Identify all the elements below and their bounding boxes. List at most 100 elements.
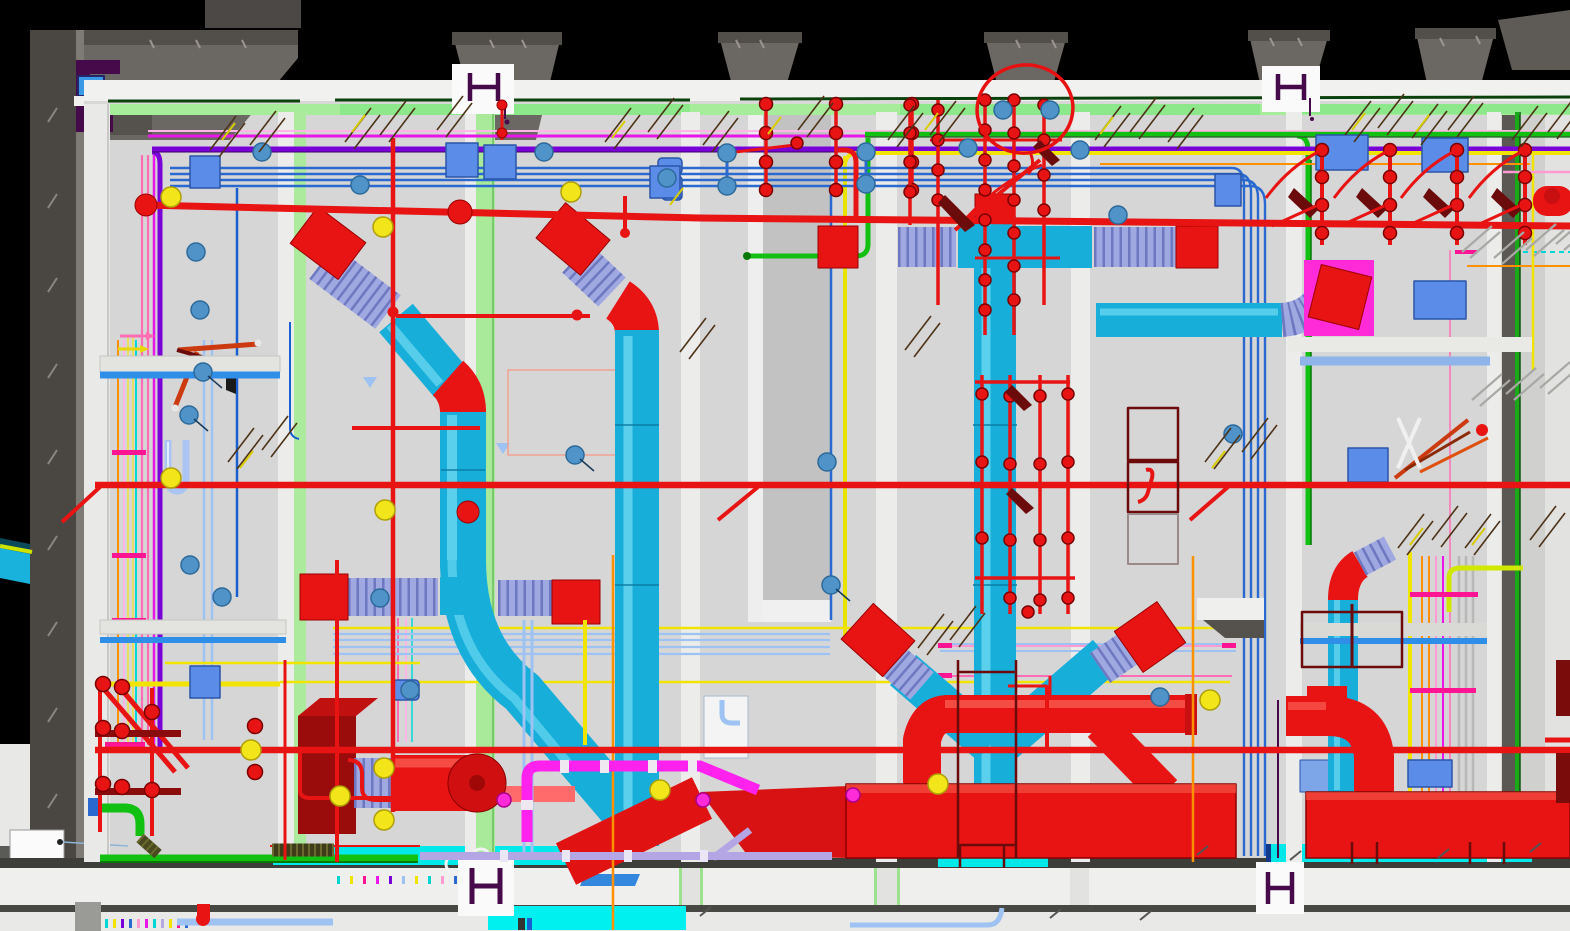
pipe-fitting — [976, 532, 988, 544]
conduit-section-ticks — [169, 919, 172, 928]
pipe-fitting — [115, 680, 130, 695]
pipe-fitting — [1384, 171, 1397, 184]
fire-protection-red — [135, 194, 157, 216]
pipe-fitting — [830, 184, 843, 197]
conduit-section-ticks — [153, 919, 156, 928]
pipe-fitting — [1034, 534, 1046, 546]
header-beam — [84, 101, 1570, 104]
pipe-fitting — [1004, 458, 1016, 470]
clash-sphere-yellow — [928, 774, 948, 794]
floor-structure — [679, 868, 682, 905]
pipe-fitting — [904, 156, 916, 168]
pipe-fitting — [1062, 388, 1074, 400]
clash-sphere-blue — [180, 406, 198, 424]
vav-box — [1215, 174, 1241, 206]
ductwork — [469, 775, 485, 791]
pipe-fitting — [1034, 390, 1046, 402]
overlay-frames — [1556, 753, 1570, 803]
fire-protection-red — [497, 100, 507, 110]
pipe-fitting — [830, 156, 843, 169]
pipe-fitting — [1451, 227, 1464, 240]
vav-box — [484, 145, 516, 179]
conduit-section-ticks — [454, 876, 457, 884]
fire-protection-red — [791, 137, 803, 149]
clash-sphere-blue — [401, 681, 419, 699]
pipe-fitting — [904, 186, 916, 198]
clash-sphere-blue — [253, 143, 271, 161]
ductwork — [1306, 792, 1570, 800]
fire-protection-red — [255, 340, 262, 347]
pipe-fitting — [932, 164, 944, 176]
floor-structure — [874, 868, 877, 905]
conduit-section-ticks — [145, 919, 148, 928]
floor-slab-aqua — [488, 906, 686, 930]
floor-structure — [196, 912, 210, 926]
conduit-risers — [1410, 688, 1476, 693]
bottom-mains — [600, 760, 609, 773]
pipe-fitting — [96, 677, 111, 692]
pipe-fitting — [1004, 534, 1016, 546]
pipe-fitting — [248, 719, 263, 734]
floor-structure — [876, 868, 897, 905]
clash-sphere-blue — [1041, 101, 1059, 119]
steel-column-symbols — [1310, 117, 1314, 121]
pipe-fitting — [96, 777, 111, 792]
floor-structure — [75, 902, 101, 931]
bottom-mains — [562, 850, 570, 862]
ductwork — [846, 784, 1236, 793]
clash-sphere-yellow — [161, 468, 181, 488]
pipe-fitting — [145, 783, 160, 798]
clash-sphere-yellow — [561, 182, 581, 202]
clash-sphere-yellow — [373, 217, 393, 237]
clash-sphere-blue — [718, 144, 736, 162]
vav-box — [1408, 760, 1452, 787]
conduit-section-ticks — [105, 919, 108, 928]
bottom-mains — [648, 760, 657, 773]
pipe-fitting — [1022, 606, 1034, 618]
clash-sphere-blue — [718, 177, 736, 195]
pipe-fitting — [1008, 260, 1020, 272]
pipe-fitting — [1008, 127, 1020, 139]
fitting-sphere-magenta — [846, 788, 860, 802]
clash-sphere-yellow — [1200, 690, 1220, 710]
fire-protection-red — [448, 200, 472, 224]
pipe-fitting — [115, 724, 130, 739]
conduit-section-ticks — [113, 919, 116, 928]
fitting-sphere-magenta — [497, 793, 511, 807]
pipe-fitting — [1034, 458, 1046, 470]
conduit-section-ticks — [161, 919, 164, 928]
pipe-fitting — [1008, 194, 1020, 206]
conduit-risers — [743, 252, 751, 260]
fitting-sphere-magenta — [696, 793, 710, 807]
pipe-fitting — [115, 780, 130, 795]
clash-sphere-blue — [191, 301, 209, 319]
duct-stub — [0, 548, 30, 584]
conduit-section-ticks — [129, 919, 132, 928]
conduit-risers — [1410, 592, 1478, 597]
clash-sphere-yellow — [330, 786, 350, 806]
ductwork — [618, 300, 637, 334]
clash-sphere-blue — [1071, 141, 1089, 159]
duct-end-cap — [818, 226, 858, 268]
pipe-fitting — [904, 99, 916, 111]
pipe-fitting — [1519, 171, 1532, 184]
clash-sphere-blue — [658, 169, 676, 187]
floor-structure — [1070, 868, 1089, 905]
model-canvas[interactable] — [0, 0, 1570, 931]
floor-structure — [0, 868, 1570, 905]
pipe-fitting — [979, 304, 991, 316]
bim-model-viewport[interactable] — [0, 0, 1570, 931]
clash-sphere-blue — [535, 143, 553, 161]
pipe-fitting — [1316, 171, 1329, 184]
pipe-fitting — [1062, 456, 1074, 468]
pipe-fitting — [760, 127, 773, 140]
pipe-fitting — [1451, 171, 1464, 184]
hydronic-blue-piping — [1222, 643, 1236, 648]
soffit — [1197, 598, 1264, 620]
clash-sphere-blue — [959, 139, 977, 157]
duct-end-cap — [300, 574, 348, 620]
ductwork — [448, 378, 463, 416]
bottom-mains — [700, 850, 708, 862]
left-wall — [30, 30, 76, 931]
vav-box — [446, 143, 478, 177]
